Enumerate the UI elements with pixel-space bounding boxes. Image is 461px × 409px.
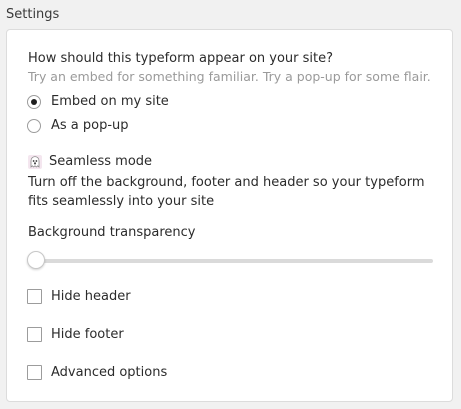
seamless-mode-description: Turn off the background, footer and head… [28,175,425,209]
advanced-options-checkbox[interactable] [27,365,42,380]
background-transparency-label: Background transparency [28,225,196,240]
advanced-options-label[interactable]: Advanced options [51,365,167,380]
radio-popup-control[interactable] [27,118,41,133]
display-question: How should this typeform appear on your … [28,51,334,66]
hide-header-checkbox[interactable] [27,289,42,304]
seamless-mode-label: Seamless mode [49,154,153,169]
radio-embed-control[interactable] [27,94,41,109]
radio-embed[interactable]: Embed on my site [27,94,169,109]
display-hint: Try an embed for something familiar. Try… [28,69,431,84]
radio-embed-label[interactable]: Embed on my site [51,94,169,109]
hide-header-label[interactable]: Hide header [51,289,131,304]
transparency-slider-thumb[interactable] [27,251,45,269]
transparency-slider-track[interactable] [35,259,433,263]
hide-footer-option[interactable]: Hide footer [27,327,124,342]
radio-popup[interactable]: As a pop-up [27,118,129,133]
radio-popup-label[interactable]: As a pop-up [51,118,129,133]
ghost-icon [28,154,42,169]
hide-footer-label[interactable]: Hide footer [51,327,124,342]
section-title: Settings [6,7,60,22]
hide-footer-checkbox[interactable] [27,327,42,342]
advanced-options-option[interactable]: Advanced options [27,365,167,380]
settings-panel: How should this typeform appear on your … [6,29,453,402]
seamless-mode-heading: Seamless mode [28,154,152,169]
hide-header-option[interactable]: Hide header [27,289,131,304]
